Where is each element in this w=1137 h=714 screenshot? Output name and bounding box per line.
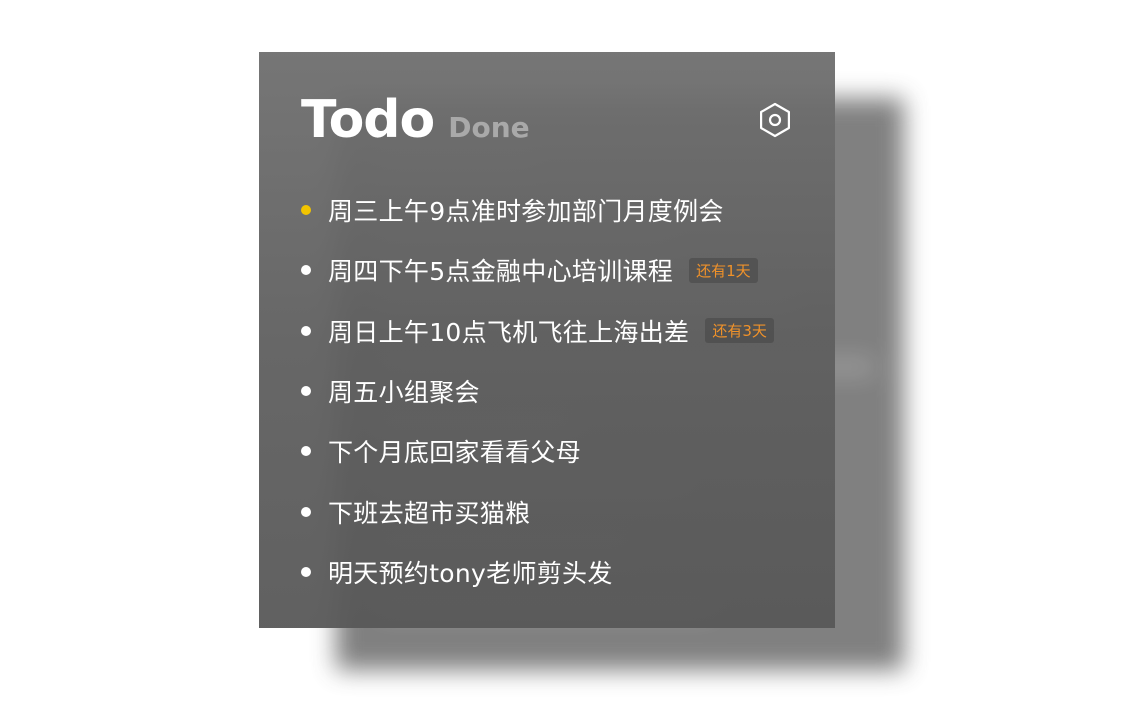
- todo-item[interactable]: 周日上午10点飞机飞往上海出差 还有3天: [301, 301, 774, 361]
- gear-icon: [760, 102, 790, 138]
- todo-item[interactable]: 周五小组聚会: [301, 361, 774, 421]
- todo-item[interactable]: 周三上午9点准时参加部门月度例会: [301, 180, 774, 240]
- todo-item[interactable]: 下班去超市买猫粮: [301, 481, 774, 541]
- bullet-dot-icon: [301, 265, 311, 276]
- todo-item-text: 明天预约tony老师剪头发: [328, 558, 613, 588]
- widget-header: Todo Done: [301, 90, 530, 150]
- todo-item-text: 周日上午10点飞机飞往上海出差: [328, 317, 690, 347]
- bullet-dot-icon: [301, 506, 311, 517]
- todo-item[interactable]: 周四下午5点金融中心培训课程 还有1天: [301, 240, 774, 300]
- bullet-dot-icon: [301, 566, 311, 577]
- bullet-dot-icon: [301, 325, 311, 336]
- bullet-dot-icon: [301, 205, 311, 216]
- tab-done[interactable]: Done: [448, 111, 529, 144]
- todo-item-text: 周四下午5点金融中心培训课程: [328, 257, 674, 287]
- due-badge: 还有3天: [705, 318, 774, 344]
- todo-widget: Todo Done 周三上午9点准时参加部门月度例会 周四下午5点金融中心培训课程…: [259, 52, 835, 628]
- todo-list: 周三上午9点准时参加部门月度例会 周四下午5点金融中心培训课程 还有1天 周日上午10…: [301, 180, 774, 602]
- bullet-dot-icon: [301, 446, 311, 457]
- todo-item-text: 周五小组聚会: [328, 378, 480, 408]
- todo-item-text: 下班去超市买猫粮: [328, 498, 531, 528]
- todo-item[interactable]: 明天预约tony老师剪头发: [301, 542, 774, 602]
- todo-item-text: 下个月底回家看看父母: [328, 438, 582, 468]
- settings-button[interactable]: [755, 100, 795, 140]
- tab-todo[interactable]: Todo: [301, 90, 435, 150]
- todo-item-text: 周三上午9点准时参加部门月度例会: [328, 197, 724, 227]
- stage: Todo Done 周三上午9点准时参加部门月度例会 周四下午5点金融中心培训课程…: [0, 0, 1137, 714]
- due-badge: 还有1天: [689, 257, 758, 283]
- bullet-dot-icon: [301, 386, 311, 397]
- todo-item[interactable]: 下个月底回家看看父母: [301, 421, 774, 481]
